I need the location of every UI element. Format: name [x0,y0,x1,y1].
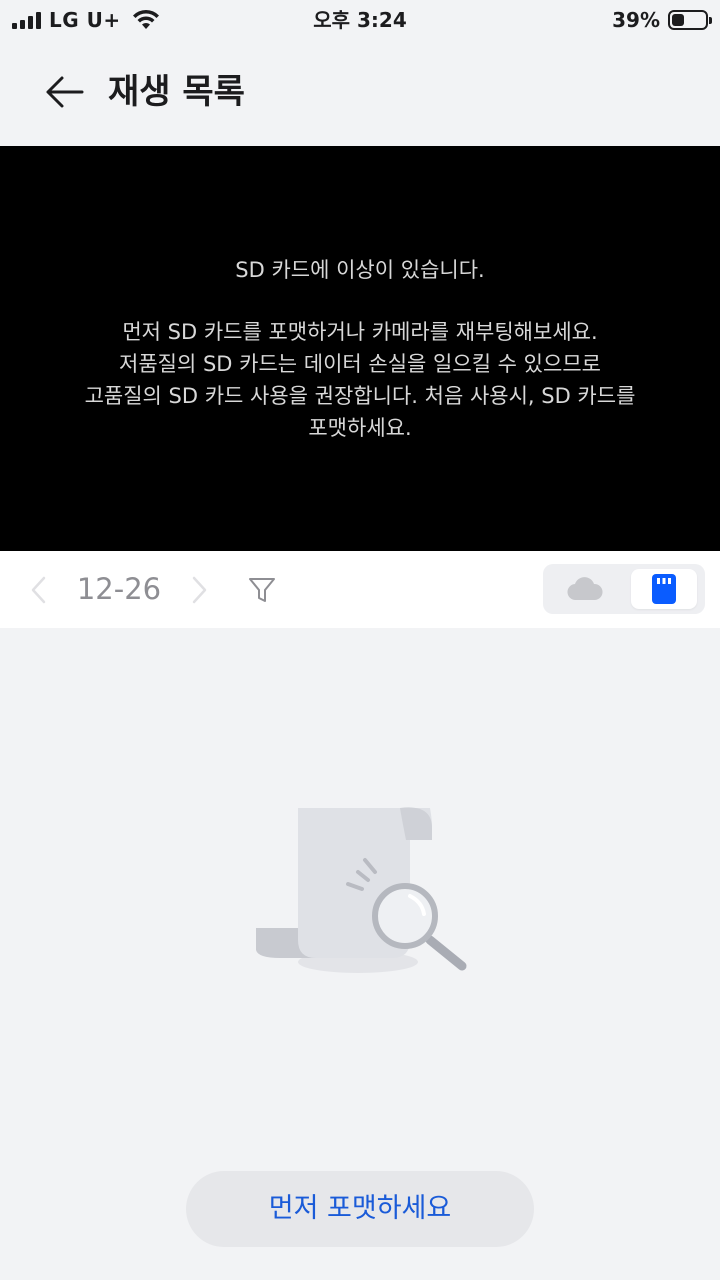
video-player: SD 카드에 이상이 있습니다. 먼저 SD 카드를 포맷하거나 카메라를 재부… [0,146,720,551]
error-line: 저품질의 SD 카드는 데이터 손실을 일으킬 수 있으므로 [119,352,601,376]
error-message: 먼저 SD 카드를 포맷하거나 카메라를 재부팅해보세요. 저품질의 SD 카드… [20,316,700,444]
filter-icon [249,578,275,602]
error-line: 먼저 SD 카드를 포맷하거나 카메라를 재부팅해보세요. [122,320,598,344]
next-date-button[interactable] [186,575,212,605]
prev-date-button[interactable] [26,575,52,605]
date-label[interactable]: 12-26 [64,571,174,607]
battery-fill [672,14,685,26]
nav-header: 재생 목록 [0,40,720,146]
format-sd-button[interactable]: 먼저 포맷하세요 [186,1171,534,1247]
date-toolbar: 12-26 [0,551,720,628]
error-title: SD 카드에 이상이 있습니다. [235,258,485,282]
sd-card-button[interactable] [631,569,697,609]
chevron-left-icon [31,576,46,604]
chevron-right-icon [192,576,207,604]
sd-card-icon [652,574,676,604]
cloud-storage-button[interactable] [551,569,619,609]
error-line: 고품질의 SD 카드 사용을 권장합니다. 처음 사용시, SD 카드를 [84,384,636,408]
battery-percent: 39% [612,8,660,32]
status-right: 39% [612,6,712,34]
error-line: 포맷하세요. [308,416,412,440]
empty-list-illustration [256,807,467,973]
filter-button[interactable] [247,575,277,605]
storage-toggle [543,564,705,614]
back-button[interactable] [40,68,88,116]
page-title: 재생 목록 [108,72,245,112]
arrow-left-icon [46,76,84,108]
battery-icon [668,10,712,30]
status-bar: LG U+ 오후 3:24 39% [0,0,720,40]
cloud-icon [567,577,603,601]
